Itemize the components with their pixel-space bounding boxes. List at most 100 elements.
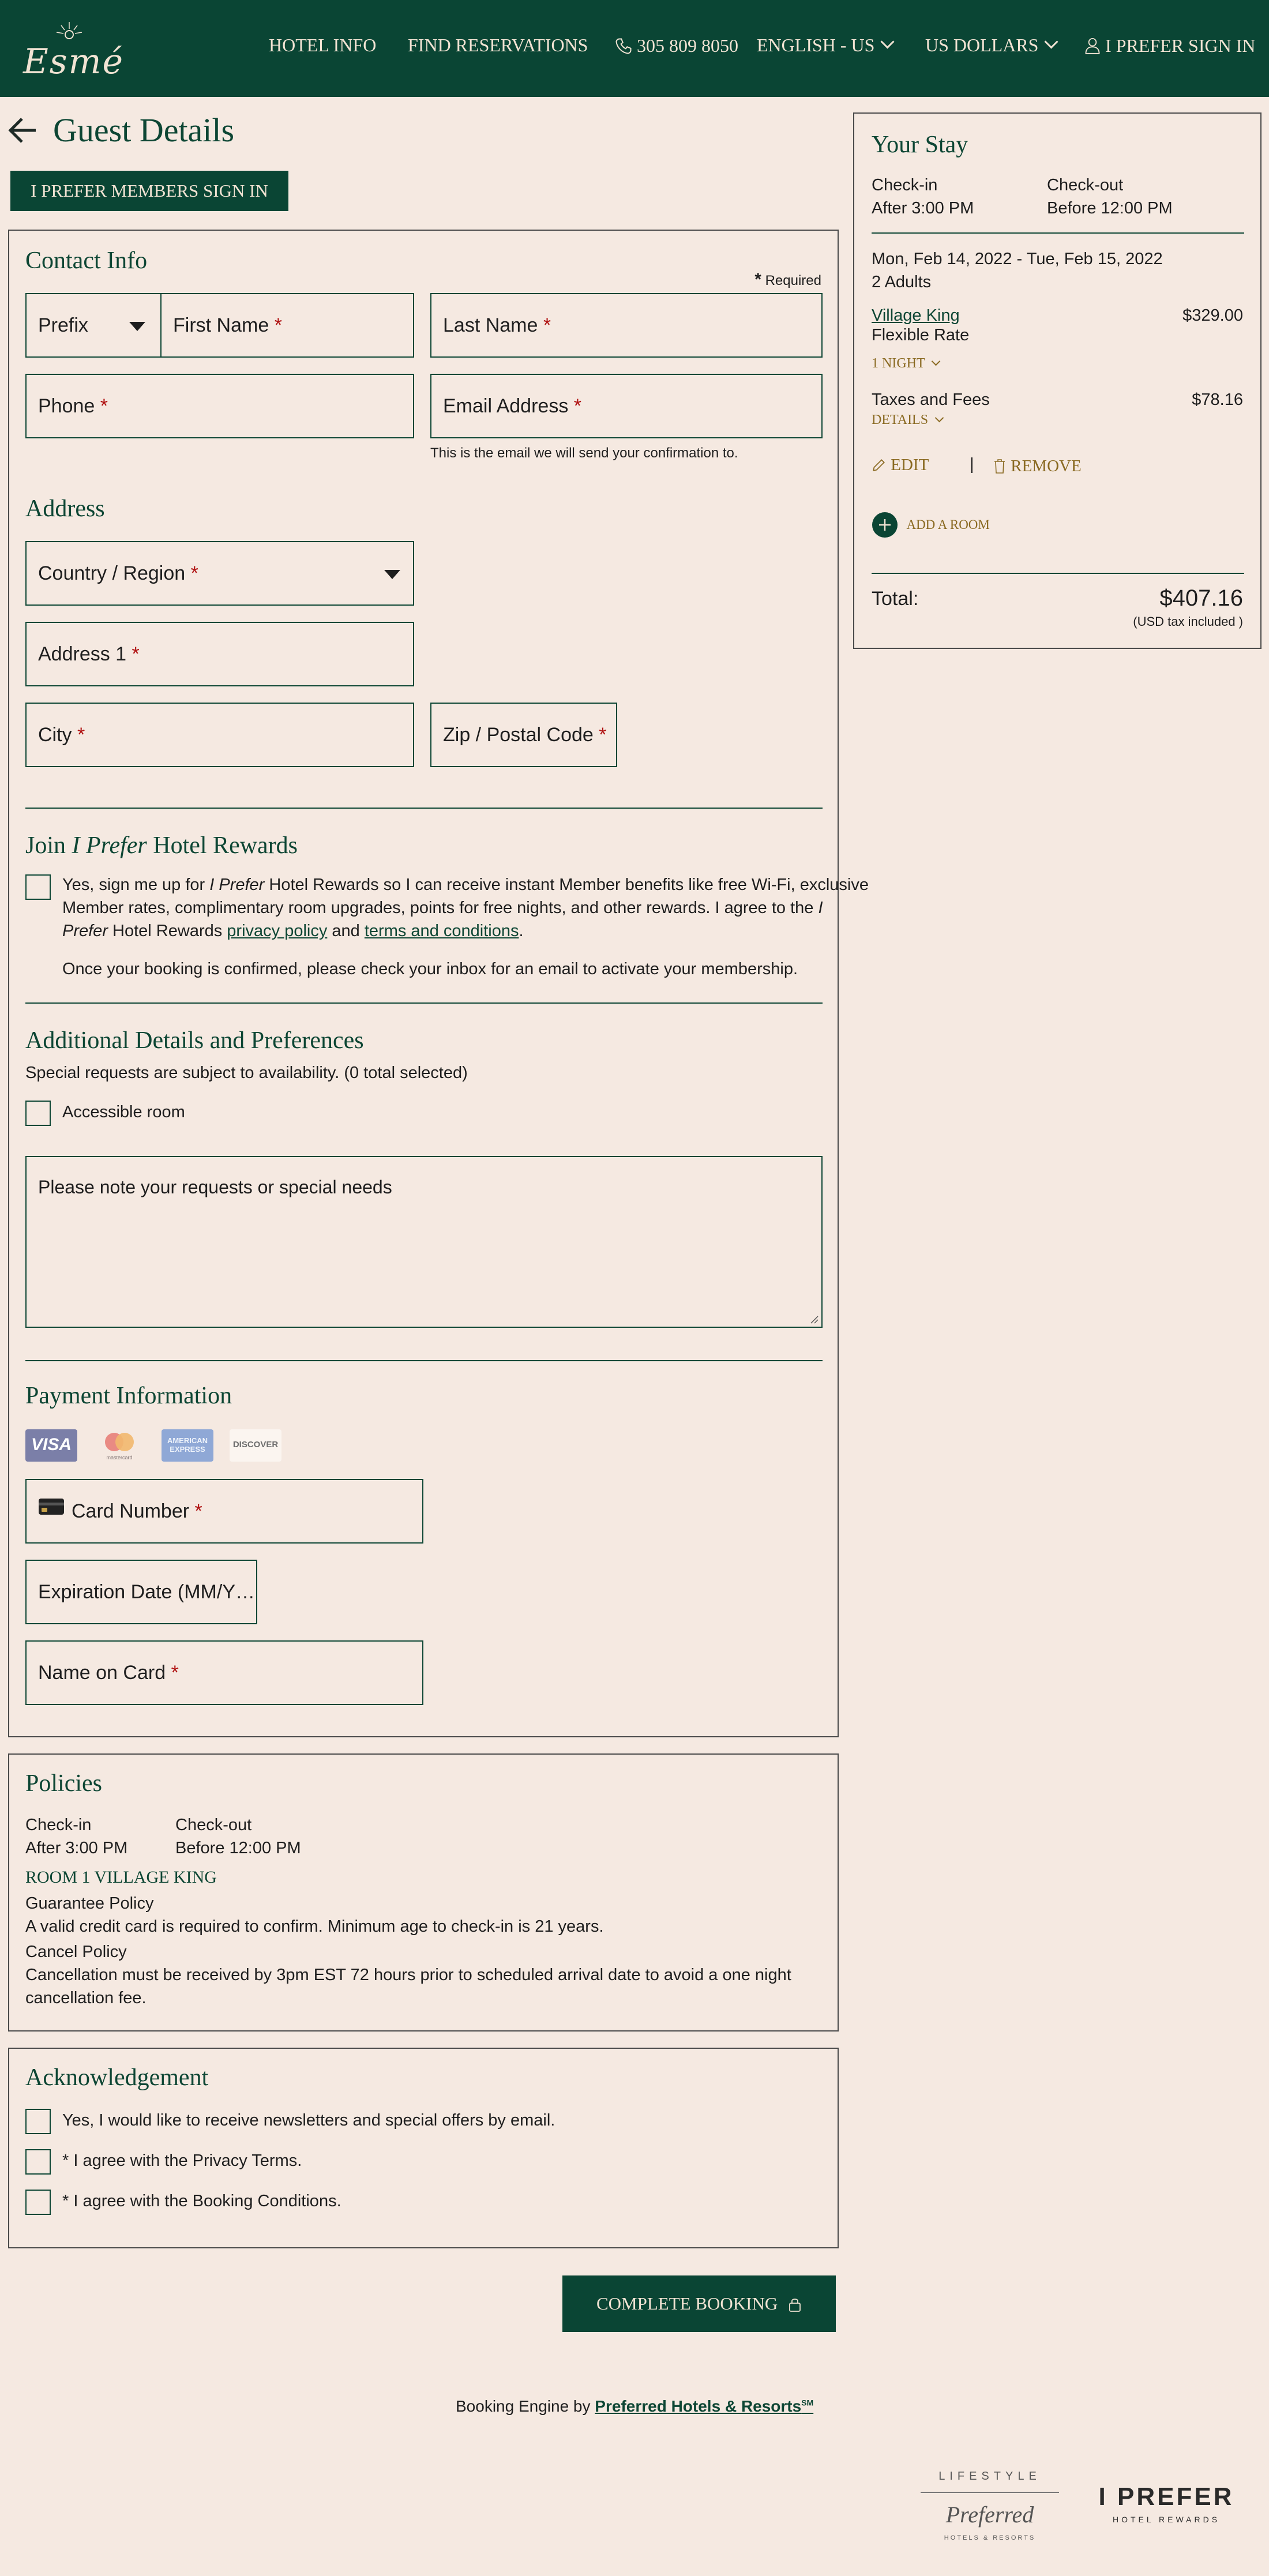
required-asterisk: * [100,395,108,417]
email-input[interactable]: Email Address * [430,374,823,438]
address-heading: Address [25,495,105,522]
top-navigation-bar: Esmé HOTEL INFO FIND RESERVATIONS 305 80… [0,0,1269,97]
i-prefer-logo: I PREFER HOTEL REWARDS [1098,2483,1234,2524]
special-requests-textarea[interactable]: Please note your requests or special nee… [25,1156,823,1328]
phone-number: 305 809 8050 [637,35,738,56]
discover-card-icon: DISCOVER [230,1429,281,1462]
rewards-signup-checkbox[interactable] [25,874,51,900]
address1-label: Address 1 [38,643,127,665]
language-label: ENGLISH - US [757,35,875,55]
nav-language-select[interactable]: ENGLISH - US [757,35,895,56]
stay-divider [872,232,1244,234]
sun-icon [56,22,82,39]
section-divider [25,808,823,809]
total-value: $407.16 [1159,585,1243,611]
total-label: Total: [872,588,919,610]
required-asterisk: * [171,1661,179,1684]
city-input[interactable]: City * [25,703,414,767]
email-hint: This is the email we will send your conf… [430,445,738,461]
details-toggle[interactable]: DETAILS [872,412,944,428]
accessible-room-checkbox[interactable] [25,1101,51,1126]
stay-checkout: Check-out Before 12:00 PM [1047,176,1173,217]
card-number-input[interactable]: Card Number * [25,1479,423,1544]
accessible-room-label: Accessible room [62,1103,185,1121]
zip-input[interactable]: Zip / Postal Code * [430,703,617,767]
terms-link[interactable]: terms and conditions [365,922,519,940]
expiration-input[interactable]: Expiration Date (MM/Y… [25,1560,257,1624]
country-label: Country / Region [38,562,186,584]
privacy-terms-label: * I agree with the Privacy Terms. [62,2151,302,2170]
nav-phone[interactable]: 305 809 8050 [615,35,738,57]
rewards-heading: Join I Prefer Hotel Rewards [25,832,298,859]
page-title: Guest Details [53,111,235,149]
stay-checkin: Check-in After 3:00 PM [872,176,974,217]
policies-heading: Policies [25,1770,102,1797]
contact-info-heading: Contact Info [25,247,148,274]
rewards-signup-text: Yes, sign me up for I Prefer Hotel Rewar… [62,876,869,940]
phone-icon [615,38,632,54]
preferred-hotels-link[interactable]: Preferred Hotels & ResortsSM [595,2397,813,2415]
pencil-icon [873,459,885,471]
logo-wordmark: Esmé [23,42,124,82]
policies-checkin: Check-in After 3:00 PM [25,1816,128,1857]
sign-in-label: I PREFER SIGN IN [1105,35,1256,56]
nav-sign-in[interactable]: I PREFER SIGN IN [1084,35,1255,57]
resize-handle-icon[interactable] [809,1314,819,1324]
amex-card-icon: AMERICAN EXPRESS [162,1429,213,1462]
currency-label: US DOLLARS [925,35,1039,55]
your-stay-heading: Your Stay [872,132,968,158]
visa-card-icon: VISA [25,1429,77,1462]
nav-currency-select[interactable]: US DOLLARS [925,35,1058,56]
tax-note: (USD tax included ) [1133,614,1243,629]
required-asterisk: * [274,314,282,336]
nav-hotel-info[interactable]: HOTEL INFO [269,35,376,56]
guarantee-policy: Guarantee Policy A valid credit card is r… [25,1894,604,1936]
booking-engine-credit: Booking Engine by Preferred Hotels & Res… [456,2397,814,2415]
taxes-value: $78.16 [1192,390,1243,409]
hotel-logo[interactable]: Esmé [23,17,127,82]
last-name-input[interactable]: Last Name * [430,293,823,358]
privacy-policy-link[interactable]: privacy policy [227,922,327,940]
members-sign-in-button[interactable]: I PREFER MEMBERS SIGN IN [10,171,288,211]
name-on-card-label: Name on Card [38,1661,166,1684]
required-note: * Required [754,270,821,289]
complete-booking-button[interactable]: COMPLETE BOOKING [562,2275,836,2332]
name-on-card-input[interactable]: Name on Card * [25,1640,423,1705]
phone-input[interactable]: Phone * [25,374,414,438]
first-name-input[interactable]: First Name * [160,293,414,358]
first-name-label: First Name [173,314,269,336]
stay-dates: Mon, Feb 14, 2022 - Tue, Feb 15, 2022 2 A… [872,250,1163,291]
additional-heading: Additional Details and Preferences [25,1027,364,1054]
required-asterisk: * [599,723,607,746]
email-label: Email Address [443,395,569,417]
cancel-policy: Cancel Policy Cancellation must be receiv… [25,1943,791,2007]
prefix-label: Prefix [38,314,88,336]
credit-card-icon [39,1499,64,1515]
edit-room-button[interactable]: EDIT [872,455,929,475]
taxes-label: Taxes and Fees [872,390,990,409]
prefix-select[interactable]: Prefix [25,293,162,358]
country-select[interactable]: Country / Region * [25,541,414,606]
your-stay-panel: Your Stay Check-in After 3:00 PM Check-ou… [853,112,1262,649]
remove-room-button[interactable]: REMOVE [993,455,1082,476]
nav-find-reservations[interactable]: FIND RESERVATIONS [408,35,588,56]
add-room-button[interactable]: ADD A ROOM [872,512,990,538]
booking-conditions-checkbox[interactable] [25,2190,51,2215]
booking-conditions-label: * I agree with the Booking Conditions. [62,2192,341,2210]
policies-checkout: Check-out Before 12:00 PM [175,1816,301,1857]
caret-down-icon [384,570,400,579]
section-divider [25,1002,823,1004]
mastercard-icon: mastercard [93,1429,145,1462]
phone-label: Phone [38,395,95,417]
required-asterisk: * [77,723,85,746]
required-asterisk: * [543,314,551,336]
policies-panel: Policies Check-in After 3:00 PM Check-out… [8,1753,839,2031]
privacy-terms-checkbox[interactable] [25,2149,51,2175]
back-arrow-icon[interactable] [6,113,40,148]
chevron-down-icon [880,35,895,49]
rate-name: Flexible Rate [872,326,970,344]
nights-toggle[interactable]: 1 NIGHT [872,356,941,371]
city-label: City [38,723,72,746]
newsletter-checkbox[interactable] [25,2109,51,2134]
address1-input[interactable]: Address 1 * [25,622,414,686]
